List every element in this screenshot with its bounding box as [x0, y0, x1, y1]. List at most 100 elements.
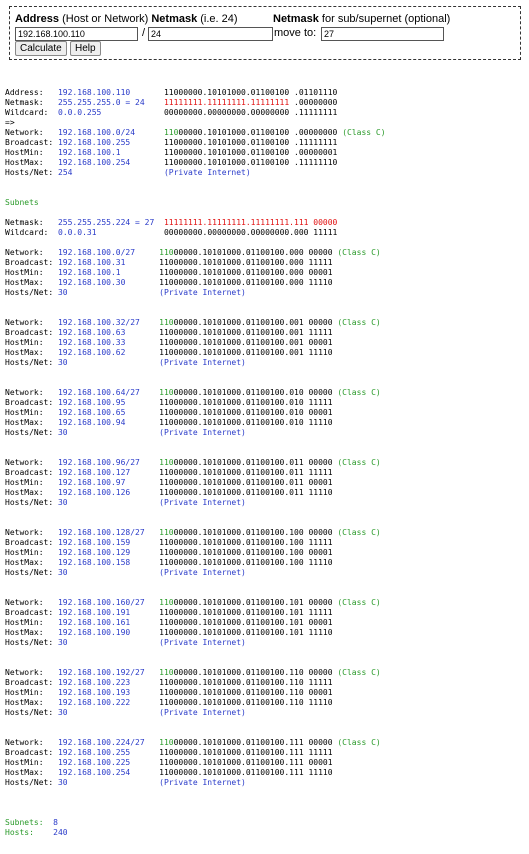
subnet-hostmin-row-label: HostMin:: [5, 758, 58, 767]
subnet-hostmax-binary: 11000000.10101000.01100100.001 11110: [159, 348, 333, 357]
subnet-hosts-row-value: 30: [57, 778, 68, 787]
subnet-broadcast-row-value: 192.168.100.159: [57, 538, 131, 547]
subnet-hostmax-row-label: HostMax:: [5, 558, 58, 567]
subnet-broadcast-row: Broadcast: 192.168.100.223 11000000.1010…: [5, 678, 333, 687]
subnet-hostmax-row-value: 192.168.100.126: [57, 488, 131, 497]
netmask-binary-tail: .00000000: [289, 98, 338, 107]
subnet-network-class-bits: 110: [159, 598, 174, 607]
subnet-broadcast-row-label: Broadcast:: [5, 328, 58, 337]
subnet-network-row-value: 192.168.100.32/27: [57, 318, 140, 327]
netmask-input[interactable]: [148, 27, 273, 41]
hostmax-binary: 11000000.10101000.01100100 .11111110: [163, 158, 338, 167]
broadcast-row-label: Broadcast:: [5, 138, 54, 147]
address-row: Address: 192.168.100.110 11000000.101010…: [5, 88, 337, 97]
move-to-label: move to:: [274, 27, 317, 39]
subnet-network-binary: 00000.10101000.01100100.100 00000: [173, 528, 338, 537]
subnet-network-row-value: 192.168.100.0/27: [57, 248, 136, 257]
subnet-network-class-bits: 110: [159, 318, 174, 327]
subnet-hostmax-binary: 11000000.10101000.01100100.000 11110: [159, 278, 333, 287]
hostmin-value: 192.168.100.1: [57, 148, 121, 157]
subnet-hostmax-row-label: HostMax:: [5, 488, 58, 497]
address-label: Address: [15, 13, 60, 25]
subnet-network-row-value: 192.168.100.192/27: [57, 668, 145, 677]
subnet-hostmax-row-value: 192.168.100.94: [57, 418, 126, 427]
subnet-hostmax-row-label: HostMax:: [5, 628, 58, 637]
wildcard-row-label: Wildcard:: [5, 108, 49, 117]
subnet-network-class-bits: 110: [159, 388, 174, 397]
calculate-button[interactable]: Calculate: [15, 41, 67, 56]
subnet-network-class-bits: 110: [159, 528, 174, 537]
address-hint: (Host or Network): [62, 13, 149, 25]
subnet-hostmax-row-label: HostMax:: [5, 348, 58, 357]
subnets-heading: Subnets: [5, 198, 39, 207]
subnet-network-class-bits: 110: [159, 458, 174, 467]
subnet-broadcast-binary: 11000000.10101000.01100100.001 11111: [159, 328, 333, 337]
network-value: 192.168.100.0/24: [57, 128, 136, 137]
subnet-hostmin-row-value: 192.168.100.161: [57, 618, 131, 627]
subnet-block: Network: 192.168.100.0/27 11000000.10101…: [5, 248, 381, 297]
subnet-netmask-binary-mask: 11111111.11111111.11111111.111: [163, 218, 309, 227]
address-input[interactable]: [15, 27, 138, 41]
subnet-hostmax-row-value: 192.168.100.254: [57, 768, 131, 777]
subnet-hostmin-row-value: 192.168.100.225: [57, 758, 131, 767]
subnet-hostmax-row: HostMax: 192.168.100.126 11000000.101010…: [5, 488, 333, 497]
hostmin-row: HostMin: 192.168.100.1 11000000.10101000…: [5, 148, 337, 157]
slash-separator: /: [142, 27, 146, 39]
subnet-hosts-row-label: Hosts/Net:: [5, 428, 58, 437]
subnet-network-row: Network: 192.168.100.32/27 11000000.1010…: [5, 318, 381, 327]
subnet-broadcast-row-value: 192.168.100.223: [57, 678, 131, 687]
network-binary: 00000.10101000.01100100 .00000000: [178, 128, 338, 137]
subnet-hostmin-row-value: 192.168.100.97: [57, 478, 126, 487]
subnet-hosts-row: Hosts/Net: 30 (Private Internet): [5, 638, 246, 647]
subnet-broadcast-binary: 11000000.10101000.01100100.011 11111: [159, 468, 333, 477]
subnet-network-binary: 00000.10101000.01100100.000 00000: [173, 248, 338, 257]
calculator-form: Address (Host or Network) Netmask (i.e. …: [9, 6, 521, 60]
subnet-hostmax-row: HostMax: 192.168.100.94 11000000.1010100…: [5, 418, 333, 427]
subnet-network-row-label: Network:: [5, 318, 58, 327]
hosts-row-label: Hosts/Net:: [5, 168, 54, 177]
subnet-netmask-input[interactable]: [321, 27, 444, 41]
subnet-broadcast-binary: 11000000.10101000.01100100.111 11111: [159, 748, 333, 757]
hostmax-row: HostMax: 192.168.100.254 11000000.101010…: [5, 158, 337, 167]
subnet-network-row-value: 192.168.100.128/27: [57, 528, 145, 537]
subnet-network-class: (Class C): [337, 318, 381, 327]
subnet-network-class: (Class C): [337, 458, 381, 467]
subnet-hosts-row-value: 30: [57, 638, 68, 647]
subnet-netmask-row: Netmask: 255.255.255.224 = 27 11111111.1…: [5, 218, 337, 227]
subnet-network-row-label: Network:: [5, 528, 58, 537]
subnet-hosts-row: Hosts/Net: 30 (Private Internet): [5, 288, 246, 297]
subnet-block: Network: 192.168.100.96/27 11000000.1010…: [5, 458, 381, 507]
address-binary: 11000000.10101000.01100100 .01101110: [163, 88, 338, 97]
subnet-hostmin-row-value: 192.168.100.1: [57, 268, 121, 277]
subnet-network-row: Network: 192.168.100.224/27 11000000.101…: [5, 738, 381, 747]
subnet-hostmin-row-label: HostMin:: [5, 338, 58, 347]
subnet-hostmin-row-label: HostMin:: [5, 688, 58, 697]
subnet-hostmax-row-label: HostMax:: [5, 278, 58, 287]
subnet-hosts-row-value: 30: [57, 288, 68, 297]
network-row: Network: 192.168.100.0/24 11000000.10101…: [5, 128, 386, 137]
subnet-hosts-note: (Private Internet): [159, 358, 246, 367]
subnet-netmask-value: 255.255.255.224 = 27: [57, 218, 155, 227]
subnet-network-row-value: 192.168.100.224/27: [57, 738, 145, 747]
subnet-network-row-label: Network:: [5, 598, 58, 607]
subnet-wildcard-row-label: Wildcard:: [5, 228, 49, 237]
subnet-hostmax-row-value: 192.168.100.222: [57, 698, 131, 707]
subnet-hosts-row-label: Hosts/Net:: [5, 778, 58, 787]
network-binary-class-bits: 110: [163, 128, 179, 137]
subnet-block: Network: 192.168.100.192/27 11000000.101…: [5, 668, 381, 717]
subnet-broadcast-row: Broadcast: 192.168.100.31 11000000.10101…: [5, 258, 333, 267]
subnet-hostmin-binary: 11000000.10101000.01100100.001 00001: [159, 338, 333, 347]
subnet-broadcast-row-label: Broadcast:: [5, 678, 58, 687]
subnet-hostmax-binary: 11000000.10101000.01100100.100 11110: [159, 558, 333, 567]
subnet-network-binary: 00000.10101000.01100100.011 00000: [173, 458, 338, 467]
help-button[interactable]: Help: [70, 41, 101, 56]
netmask-row-label: Netmask:: [5, 98, 44, 107]
subnet-hostmax-row: HostMax: 192.168.100.62 11000000.1010100…: [5, 348, 333, 357]
subnet-broadcast-row: Broadcast: 192.168.100.255 11000000.1010…: [5, 748, 333, 757]
subnet-network-row-value: 192.168.100.64/27: [57, 388, 140, 397]
subnet-broadcast-binary: 11000000.10101000.01100100.101 11111: [159, 608, 333, 617]
subnet-hostmin-binary: 11000000.10101000.01100100.100 00001: [159, 548, 333, 557]
subnet-hostmin-row: HostMin: 192.168.100.1 11000000.10101000…: [5, 268, 333, 277]
subnet-hostmin-binary: 11000000.10101000.01100100.011 00001: [159, 478, 333, 487]
subnet-network-binary: 00000.10101000.01100100.001 00000: [173, 318, 338, 327]
